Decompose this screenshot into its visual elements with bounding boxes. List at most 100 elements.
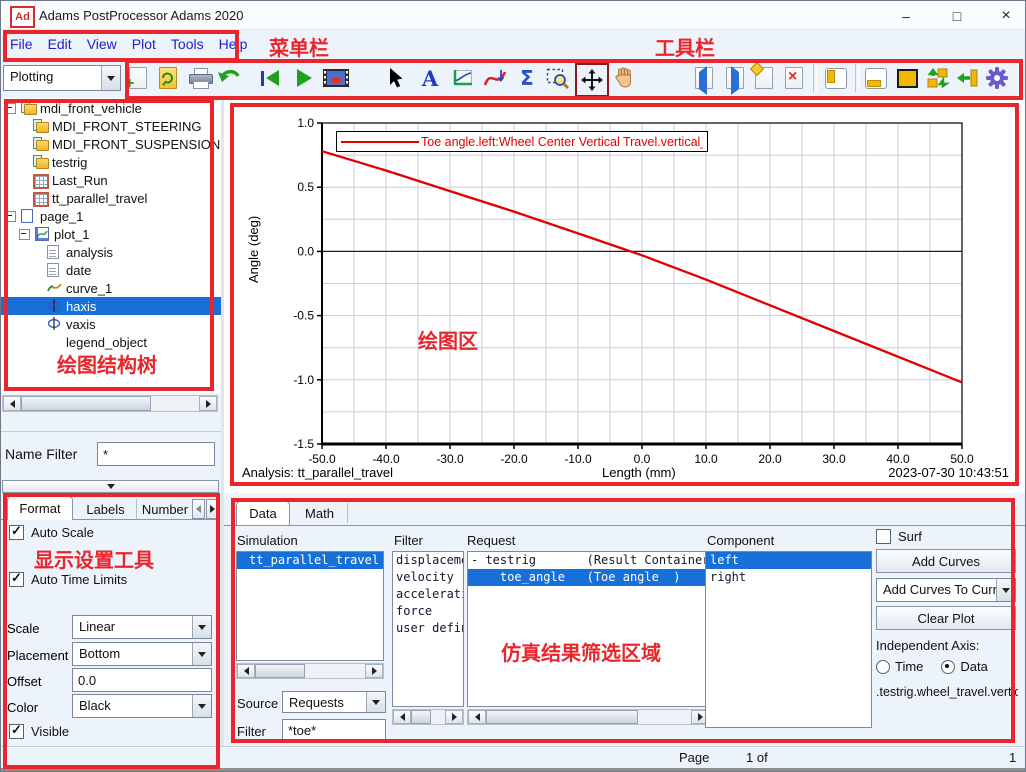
minimize-button[interactable]: – <box>891 5 921 26</box>
tree-item-tt_parallel_travel[interactable]: tt_parallel_travel <box>1 189 221 207</box>
request-list[interactable]: - testrig (Result Container toe_angle (T… <box>467 551 710 707</box>
close-button[interactable]: × <box>991 5 1021 26</box>
select-tool-button[interactable] <box>379 63 409 93</box>
tree-item-haxis[interactable]: haxis <box>1 297 221 315</box>
tab-math[interactable]: Math <box>292 503 348 523</box>
filter-scrollbar[interactable] <box>392 709 464 725</box>
reload-button[interactable] <box>153 63 183 93</box>
pan-tool-button[interactable] <box>609 63 639 93</box>
mode-selector-dropdown[interactable]: Plotting <box>3 65 121 91</box>
list-item[interactable]: force <box>393 603 463 620</box>
scroll-right-button[interactable] <box>445 710 463 724</box>
plot-chart[interactable]: -50.0-40.0-30.0-20.0-10.00.010.020.030.0… <box>224 98 1026 493</box>
tree-item-plot_1[interactable]: plot_1 <box>1 225 221 243</box>
filter-input[interactable] <box>282 719 386 741</box>
filter-list[interactable]: displacementvelocityaccelerationforceuse… <box>392 551 464 707</box>
add-curves-button[interactable]: Add Curves <box>876 549 1016 573</box>
tab-number[interactable]: Number <box>139 499 191 519</box>
name-filter-input[interactable] <box>97 442 215 466</box>
auto-time-limits-checkbox-row[interactable]: Auto Time Limits <box>9 572 127 587</box>
tree-item-mdi_front_vehicle[interactable]: mdi_front_vehicle <box>1 99 221 117</box>
tree-item-curve_1[interactable]: curve_1 <box>1 279 221 297</box>
tree-item-analysis[interactable]: analysis <box>1 243 221 261</box>
menu-plot[interactable]: Plot <box>132 36 156 52</box>
toggle-dashboard-button[interactable] <box>861 63 891 93</box>
scroll-left-button[interactable] <box>468 710 486 724</box>
tree-item-last_run[interactable]: Last_Run <box>1 171 221 189</box>
request-scrollbar[interactable] <box>467 709 710 725</box>
auto-time-limits-checkbox[interactable] <box>9 572 24 587</box>
data-radio[interactable] <box>941 660 955 674</box>
auto-scale-checkbox-row[interactable]: Auto Scale <box>9 525 94 540</box>
animation-record-button[interactable] <box>321 63 351 93</box>
animation-play-button[interactable] <box>289 63 319 93</box>
settings-button[interactable] <box>982 63 1012 93</box>
color-dropdown[interactable]: Black <box>72 694 212 718</box>
plot-legend[interactable]: Toe angle.left:Wheel Center Vertical Tra… <box>336 131 708 152</box>
list-item[interactable]: velocity <box>393 569 463 586</box>
zoom-region-tool-button[interactable] <box>543 63 573 93</box>
maximize-button[interactable]: □ <box>942 5 972 26</box>
list-item[interactable]: toe_angle (Toe angle ) <box>468 569 709 586</box>
next-page-button[interactable] <box>720 63 750 93</box>
scroll-left-button[interactable] <box>3 396 21 411</box>
list-item[interactable]: displacement <box>393 552 463 569</box>
tab-format[interactable]: Format <box>7 496 73 520</box>
collapse-tree-button[interactable] <box>2 480 219 493</box>
offset-input[interactable] <box>72 668 212 692</box>
scroll-left-button[interactable] <box>237 664 255 678</box>
auto-scale-checkbox[interactable] <box>9 525 24 540</box>
new-page-button[interactable] <box>749 63 779 93</box>
swap-view-button[interactable] <box>923 63 953 93</box>
menu-edit[interactable]: Edit <box>48 36 72 52</box>
tree-item-mdi_front_suspension[interactable]: MDI_FRONT_SUSPENSION <box>1 135 221 153</box>
scrollbar-thumb[interactable] <box>21 396 151 411</box>
tree-item-date[interactable]: date <box>1 261 221 279</box>
surf-checkbox-row[interactable]: Surf <box>876 529 922 544</box>
menu-file[interactable]: File <box>10 36 33 52</box>
tree-horizontal-scrollbar[interactable] <box>2 395 218 412</box>
tree-item-mdi_front_steering[interactable]: MDI_FRONT_STEERING <box>1 117 221 135</box>
time-radio[interactable] <box>876 660 890 674</box>
clear-plot-button[interactable]: Clear Plot <box>876 606 1016 630</box>
toggle-treeview-button[interactable] <box>821 63 851 93</box>
add-curves-mode-dropdown[interactable]: Add Curves To Curren <box>876 578 1016 602</box>
scroll-right-button[interactable] <box>365 664 383 678</box>
tree-item-testrig[interactable]: testrig <box>1 153 221 171</box>
menu-view[interactable]: View <box>87 36 117 52</box>
tree-expander-icon[interactable] <box>5 103 16 114</box>
placement-dropdown[interactable]: Bottom <box>72 642 212 666</box>
simulation-list[interactable]: tt_parallel_travel <box>236 551 384 661</box>
undo-button[interactable] <box>215 63 245 93</box>
tab-scroll-left-button[interactable] <box>192 499 205 519</box>
tree-expander-icon[interactable] <box>19 229 30 240</box>
print-button[interactable] <box>185 63 215 93</box>
plot-display-options-button[interactable] <box>448 63 478 93</box>
visible-checkbox[interactable] <box>9 724 24 739</box>
page-layout-button[interactable] <box>892 63 922 93</box>
curve-edit-tool-button[interactable] <box>480 63 510 93</box>
list-item[interactable]: acceleration <box>393 586 463 603</box>
mode-selector-arrow[interactable] <box>101 66 120 90</box>
list-item[interactable]: user defined <box>393 620 463 637</box>
tree-item-vaxis[interactable]: vaxis <box>1 315 221 333</box>
surf-checkbox[interactable] <box>876 529 891 544</box>
list-item[interactable]: right <box>706 569 871 586</box>
list-item[interactable]: left <box>706 552 871 569</box>
tab-scroll-right-button[interactable] <box>206 499 219 519</box>
component-list[interactable]: leftright <box>705 551 872 728</box>
previous-page-button[interactable] <box>689 63 719 93</box>
list-item[interactable]: - testrig (Result Container <box>468 552 709 569</box>
math-sigma-tool-button[interactable]: Σ <box>512 63 542 93</box>
move-tool-button-active[interactable] <box>575 63 609 97</box>
source-dropdown[interactable]: Requests <box>282 691 386 713</box>
delete-page-button[interactable]: × <box>779 63 809 93</box>
scroll-right-button[interactable] <box>199 396 217 411</box>
tree-expander-icon[interactable] <box>5 211 16 222</box>
scroll-left-button[interactable] <box>393 710 411 724</box>
scale-dropdown[interactable]: Linear <box>72 615 212 639</box>
list-item[interactable]: tt_parallel_travel <box>237 552 383 569</box>
visible-checkbox-row[interactable]: Visible <box>9 724 69 739</box>
tree-item-page_1[interactable]: page_1 <box>1 207 221 225</box>
text-tool-button[interactable]: A <box>415 63 445 93</box>
